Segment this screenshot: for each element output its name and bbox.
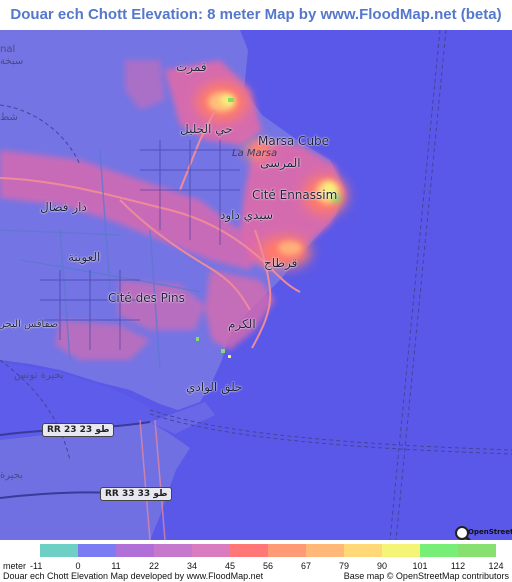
peak-point xyxy=(196,337,199,341)
place-gammarth: قمرت xyxy=(176,60,207,74)
place-carthage: قرطاج xyxy=(264,256,298,270)
legend-swatch xyxy=(458,544,496,557)
legend-tick-label: 0 xyxy=(75,561,81,571)
legend-swatch xyxy=(420,544,458,557)
legend-swatch xyxy=(344,544,382,557)
road-rr33-label: RR 33 xyxy=(105,489,135,499)
legend-swatch xyxy=(192,544,230,557)
place-marsa-cube: Marsa Cube xyxy=(258,134,330,148)
map-graphic xyxy=(0,30,512,540)
legend-tick-label: 67 xyxy=(300,561,311,571)
road-shield-rr33: RR 33 طو 33 xyxy=(100,487,173,501)
elevation-map[interactable]: قمرت حي الخليل Marsa Cube La Marsa المرس… xyxy=(0,30,512,540)
legend-tick-label: 45 xyxy=(224,561,235,571)
page-title: Douar ech Chott Elevation: 8 meter Map b… xyxy=(10,6,502,23)
place-edge: صفاقس البحر xyxy=(0,319,59,330)
legend-swatch xyxy=(268,544,306,557)
legend-unit: meter xyxy=(3,561,27,571)
legend-tick-label: -11 xyxy=(30,561,43,571)
road-rr33-ar: طو 33 xyxy=(137,489,168,499)
credit-floodmap[interactable]: Douar ech Chott Elevation Map developed … xyxy=(3,571,263,581)
road-rr23-ar: طو 23 xyxy=(79,425,110,435)
place-halq-el-oued: حلق الوادي xyxy=(186,380,243,394)
legend-swatch xyxy=(78,544,116,557)
legend-tick-label: 79 xyxy=(338,561,349,571)
legend-tick-label: 112 xyxy=(450,561,466,571)
place-lake-south: بحيرة xyxy=(0,470,24,481)
osm-logo[interactable]: OpenStreetMap xyxy=(454,525,512,540)
place-sidi-daoud: سيدي داود xyxy=(220,208,273,222)
legend-tick-label: 22 xyxy=(148,561,159,571)
place-cite-ennassim: Cité Ennassim xyxy=(252,188,338,202)
legend-swatch xyxy=(40,544,78,557)
place-lake: بحيرة تونس xyxy=(14,370,64,381)
place-dar-fadhal: دار فضال xyxy=(40,200,87,214)
place-aouina: العوينة xyxy=(68,250,101,264)
place-edge-top-left: nal xyxy=(0,44,16,55)
legend-tick-label: 11 xyxy=(111,561,121,571)
peak-gammarth xyxy=(228,98,234,102)
credit-osm[interactable]: Base map © OpenStreetMap contributors xyxy=(344,571,509,581)
legend-tick-label: 124 xyxy=(488,561,504,571)
legend-tick-label: 90 xyxy=(376,561,387,571)
legend-swatch xyxy=(230,544,268,557)
place-cite-des-pins: Cité des Pins xyxy=(108,291,185,305)
road-shield-rr23: RR 23 طو 23 xyxy=(42,423,115,437)
place-kram: الكرم xyxy=(228,317,256,331)
place-edge-left: شط xyxy=(0,112,18,123)
road-rr23-label: RR 23 xyxy=(47,425,77,435)
legend-swatch xyxy=(116,544,154,557)
peak-point xyxy=(221,349,225,353)
legend-swatch xyxy=(306,544,344,557)
osm-logo-text: OpenStreetMap xyxy=(468,528,512,536)
elevation-legend: -11 0 11 22 34 45 56 67 79 90 101 112 124 meter Doua… xyxy=(0,540,512,582)
legend-swatch xyxy=(154,544,192,557)
legend-tick-label: 34 xyxy=(186,561,197,571)
legend-tick-label: 56 xyxy=(262,561,273,571)
peak-point xyxy=(228,355,231,358)
legend-swatch xyxy=(382,544,420,557)
place-edge-top-left-ar: سبخة xyxy=(0,56,24,67)
place-marsa: المرسى xyxy=(260,156,301,170)
place-hay-el-khalil: حي الخليل xyxy=(180,122,233,136)
map-frame: Douar ech Chott Elevation: 8 meter Map b… xyxy=(0,0,512,582)
legend-tick-label: 101 xyxy=(412,561,428,571)
